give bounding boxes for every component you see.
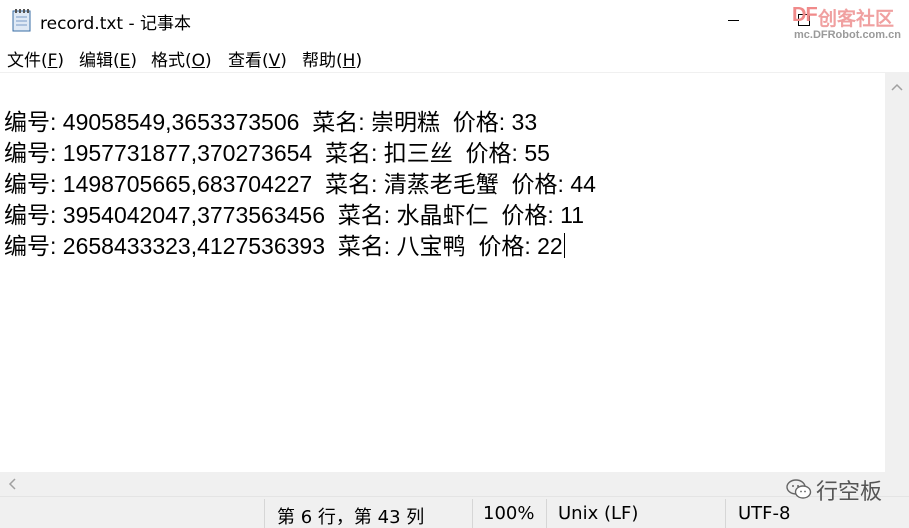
status-divider	[725, 499, 726, 528]
text-line-last[interactable]: 编号: 2658433323,4127536393 菜名: 八宝鸭 价格: 22	[4, 231, 596, 262]
menu-file-label: 文件(	[7, 51, 48, 71]
menu-view[interactable]: 查看(V)	[228, 46, 287, 71]
document-text[interactable]: 编号: 49058549,3653373506 菜名: 崇明糕 价格: 33 编…	[4, 107, 596, 262]
wechat-icon	[786, 479, 812, 499]
status-cursor-position: 第 6 行，第 43 列	[277, 507, 425, 528]
chevron-up-icon[interactable]	[885, 78, 909, 98]
menu-view-label: 查看(	[228, 51, 269, 71]
vertical-scrollbar[interactable]	[885, 72, 909, 472]
status-encoding: UTF-8	[738, 503, 791, 524]
status-divider	[264, 499, 265, 528]
text-editor[interactable]: 编号: 49058549,3653373506 菜名: 崇明糕 价格: 33 编…	[0, 72, 885, 473]
scrollbar-corner	[885, 472, 909, 496]
minimize-icon	[728, 20, 739, 21]
social-text: 行空板	[816, 480, 883, 505]
notepad-icon[interactable]	[11, 8, 33, 32]
menu-help[interactable]: 帮助(H)	[302, 46, 362, 71]
text-line[interactable]: 编号: 49058549,3653373506 菜名: 崇明糕 价格: 33	[4, 107, 596, 138]
chevron-left-icon[interactable]	[4, 474, 20, 494]
window-title: record.txt - 记事本	[40, 14, 192, 34]
watermark-logo-text: 创客社区	[818, 8, 895, 30]
menu-help-accel: H	[342, 51, 356, 71]
text-line[interactable]: 编号: 1957731877,370273654 菜名: 扣三丝 价格: 55	[4, 138, 596, 169]
menu-file-suffix: )	[57, 51, 65, 71]
menu-format-suffix: )	[205, 51, 212, 71]
text-line[interactable]: 编号: 1498705665,683704227 菜名: 清蒸老毛蟹 价格: 4…	[4, 169, 596, 200]
menu-view-accel: V	[268, 51, 281, 71]
menu-edit-suffix: )	[130, 51, 138, 71]
title-bar[interactable]: record.txt - 记事本 DF 创客社区 mc.DFRobot.com.…	[0, 0, 909, 41]
notepad-window: record.txt - 记事本 DF 创客社区 mc.DFRobot.com.…	[0, 0, 909, 528]
menu-format[interactable]: 格式(O)	[151, 46, 212, 71]
text-line[interactable]: 编号: 3954042047,3773563456 菜名: 水晶虾仁 价格: 1…	[4, 200, 596, 231]
menu-edit-label: 编辑(	[79, 51, 120, 71]
menu-edit-accel: E	[119, 51, 131, 71]
menu-format-accel: O	[191, 51, 206, 71]
status-divider	[546, 499, 547, 528]
text-line-last-content: 编号: 2658433323,4127536393 菜名: 八宝鸭 价格: 22	[4, 233, 563, 259]
status-divider	[472, 499, 473, 528]
watermark-logo-prefix: DF	[792, 4, 818, 26]
status-line-ending: Unix (LF)	[558, 503, 639, 524]
menu-file[interactable]: 文件(F)	[7, 46, 64, 71]
minimize-button[interactable]	[712, 0, 758, 40]
status-bar: 第 6 行，第 43 列 100% Unix (LF) UTF-8	[0, 496, 909, 528]
text-caret	[563, 233, 565, 258]
menu-file-accel: F	[47, 51, 58, 71]
status-zoom: 100%	[483, 503, 535, 524]
menu-format-label: 格式(	[151, 51, 192, 71]
menu-edit[interactable]: 编辑(E)	[79, 46, 137, 71]
menu-bar: 文件(F) 编辑(E) 格式(O) 查看(V) 帮助(H)	[0, 40, 909, 72]
dfrobot-watermark: DF 创客社区 mc.DFRobot.com.cn	[792, 4, 909, 44]
horizontal-scrollbar[interactable]	[0, 472, 885, 496]
menu-help-label: 帮助(	[302, 51, 343, 71]
menu-help-suffix: )	[355, 51, 363, 71]
menu-view-suffix: )	[280, 51, 287, 71]
